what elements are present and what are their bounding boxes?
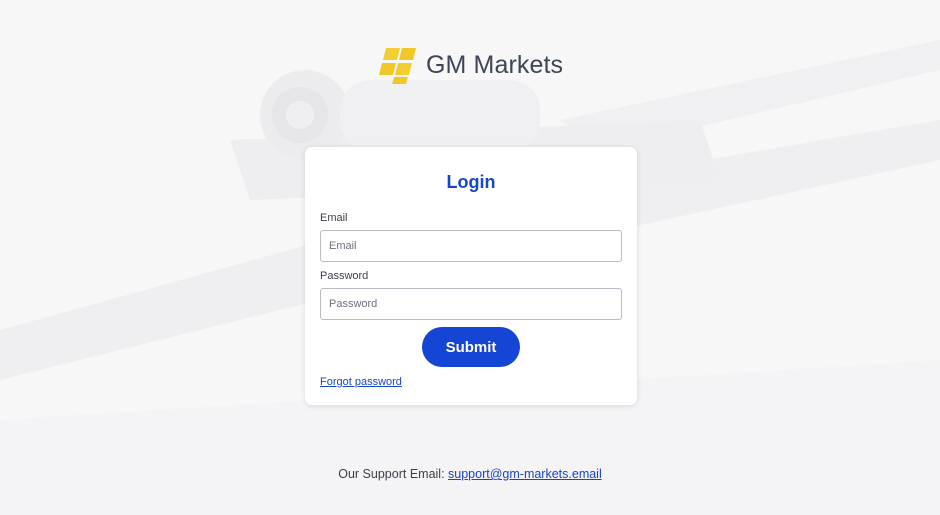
brand-logo-icon xyxy=(379,48,416,84)
forgot-password-link[interactable]: Forgot password xyxy=(320,376,402,388)
submit-button[interactable]: Submit xyxy=(422,327,520,367)
email-label: Email xyxy=(320,212,348,224)
brand-name: GM Markets xyxy=(426,50,564,79)
support-footer: Our Support Email: support@gm-markets.em… xyxy=(0,467,940,481)
login-title: Login xyxy=(446,172,496,192)
email-input[interactable] xyxy=(320,230,622,262)
password-input[interactable] xyxy=(320,288,622,320)
password-label: Password xyxy=(320,270,369,282)
login-card: Login Email Password Submit Forgot passw… xyxy=(305,147,637,405)
brand-header: GM Markets xyxy=(378,46,563,84)
support-email-link[interactable]: support@gm-markets.email xyxy=(448,467,602,481)
support-label: Our Support Email: xyxy=(338,467,445,481)
